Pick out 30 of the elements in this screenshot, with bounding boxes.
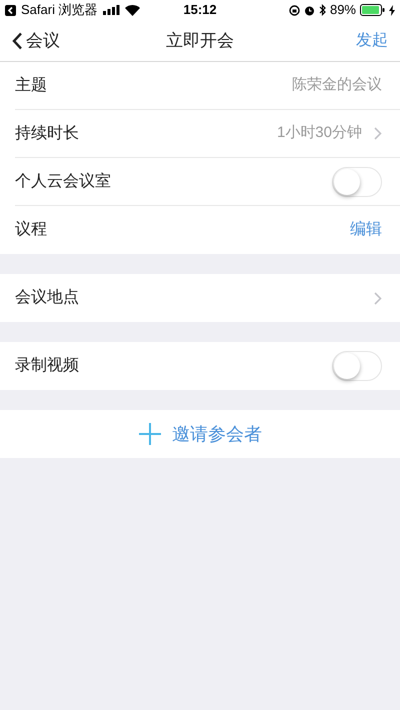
battery-icon xyxy=(360,4,385,16)
back-button[interactable]: 会议 xyxy=(12,28,92,54)
row-label: 个人云会议室 xyxy=(15,172,111,192)
row-value: 陈荣金的会议 xyxy=(292,75,382,96)
signal-icon xyxy=(102,5,120,15)
toggle-switch[interactable] xyxy=(332,166,382,196)
edit-link[interactable]: 编辑 xyxy=(350,218,382,242)
chevron-right-icon xyxy=(374,127,382,140)
rotation-lock-icon xyxy=(288,4,300,16)
charging-icon xyxy=(389,4,395,16)
back-app-label[interactable]: Safari 浏览器 xyxy=(21,0,98,20)
page-title: 立即开会 xyxy=(166,30,234,52)
start-button[interactable]: 发起 xyxy=(308,28,388,52)
invite-button[interactable]: 邀请参会者 xyxy=(0,410,400,458)
row-label: 主题 xyxy=(15,76,47,96)
row-label: 会议地点 xyxy=(15,288,79,308)
wifi-icon xyxy=(124,4,140,16)
battery-percent: 89% xyxy=(330,1,356,20)
back-chevron-icon xyxy=(12,32,23,50)
chevron-right-icon xyxy=(374,292,382,304)
toggle-switch[interactable] xyxy=(332,351,382,381)
row-label: 录制视频 xyxy=(15,356,79,376)
back-app-icon[interactable] xyxy=(5,4,16,16)
row-value: 1小时30分钟 xyxy=(276,123,362,144)
time: 15:12 xyxy=(183,1,217,20)
bluetooth-icon xyxy=(318,4,326,16)
row-label: 持续时长 xyxy=(15,124,79,144)
plus-icon xyxy=(138,422,162,446)
row-label: 议程 xyxy=(15,220,47,240)
alarm-icon xyxy=(304,4,315,16)
